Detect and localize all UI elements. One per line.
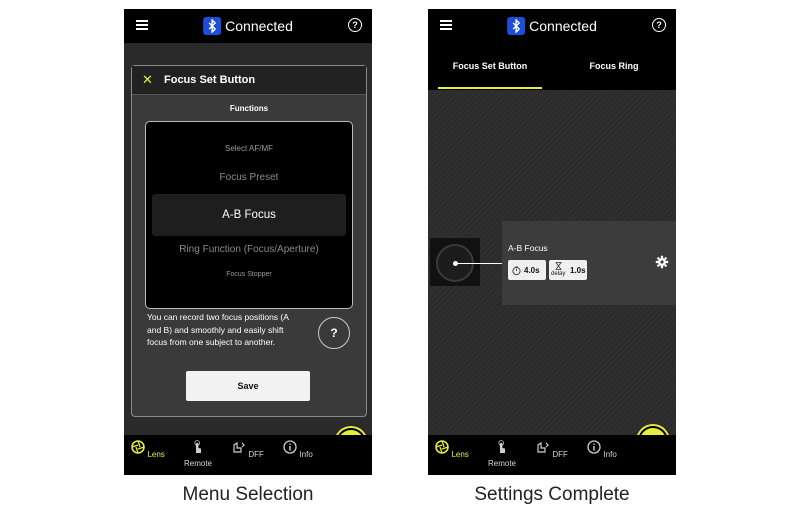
function-picker[interactable]: Select AF/MF Focus Preset A-B Focus Ring… [145, 121, 353, 309]
dff-icon [233, 441, 245, 453]
nav-label: Remote [487, 459, 516, 468]
help-icon[interactable]: ? [652, 18, 666, 32]
nav-item-info[interactable]: Info [582, 440, 622, 459]
connector-line [456, 263, 502, 264]
help-icon[interactable]: ? [348, 18, 362, 32]
delay-value: 1.0s [570, 266, 586, 275]
setting-title: A-B Focus [508, 243, 548, 253]
nav-item-remote[interactable]: Remote [482, 440, 522, 468]
nav-item-lens[interactable]: Lens [432, 440, 472, 459]
phone-menu-selection: Connected ? ✕ Focus Set Button Functions… [124, 9, 372, 475]
nav-item-info[interactable]: Info [278, 440, 318, 459]
nav-item-dff[interactable]: DFF [228, 440, 268, 459]
dialog-header: ✕ Focus Set Button [132, 66, 366, 95]
duration-value: 4.0s [524, 266, 540, 275]
function-description: You can record two focus positions (A an… [147, 312, 289, 347]
info-icon [283, 440, 297, 454]
nav-label: Info [603, 450, 617, 459]
function-dialog: ✕ Focus Set Button Functions Select AF/M… [131, 65, 367, 417]
help-button[interactable]: ? [318, 317, 350, 349]
info-icon [587, 440, 601, 454]
dff-icon [537, 441, 549, 453]
bottom-nav: Lens Remote DFF Info [124, 435, 372, 475]
nav-label: DFF [248, 450, 264, 459]
caption-right: Settings Complete [474, 484, 630, 505]
picker-option[interactable]: Focus Preset [146, 172, 352, 183]
lens-stage: A-B Focus 4.0s delay 1.0s [428, 90, 676, 435]
picker-option[interactable]: Ring Function (Focus/Aperture) [146, 244, 352, 255]
aperture-icon [131, 440, 146, 454]
aperture-icon [435, 440, 450, 454]
top-bar: Connected ? [428, 9, 676, 43]
nav-label: DFF [552, 450, 568, 459]
caption-left: Menu Selection [182, 484, 314, 505]
picker-option[interactable]: Focus Stopper [146, 271, 352, 278]
setting-card[interactable]: A-B Focus 4.0s delay 1.0s [502, 221, 676, 305]
nav-item-dff[interactable]: DFF [532, 440, 572, 459]
nav-label: Info [299, 450, 313, 459]
close-icon[interactable]: ✕ [142, 73, 153, 86]
connection-label: Connected [529, 18, 597, 34]
phone-settings-complete: Connected ? Focus Set Button Focus Ring … [428, 9, 676, 475]
nav-item-lens[interactable]: Lens [128, 440, 168, 459]
save-button[interactable]: Save [186, 371, 310, 401]
bottom-nav: Lens Remote DFF Info [428, 435, 676, 475]
bluetooth-icon [507, 17, 526, 35]
gear-icon[interactable] [655, 255, 669, 269]
nav-label: Lens [451, 450, 469, 459]
duration-chip[interactable]: 4.0s [508, 260, 546, 280]
touch-icon [498, 440, 505, 453]
bluetooth-icon [203, 17, 222, 35]
connection-status: Connected [507, 15, 597, 37]
timer-icon [512, 266, 521, 275]
tab-focus-set-button[interactable]: Focus Set Button [428, 61, 552, 71]
dialog-title: Focus Set Button [164, 74, 256, 86]
hamburger-menu-icon[interactable] [136, 20, 148, 30]
connection-status: Connected [203, 15, 293, 37]
delay-label: delay [551, 271, 566, 277]
hourglass-icon [555, 262, 562, 270]
active-tab-indicator [438, 87, 542, 89]
nav-item-remote[interactable]: Remote [178, 440, 218, 468]
picker-option[interactable]: Select AF/MF [146, 144, 352, 153]
focus-set-button-graphic [430, 238, 480, 286]
top-bar: Connected ? [124, 9, 372, 43]
nav-label: Lens [147, 450, 165, 459]
tab-focus-ring[interactable]: Focus Ring [552, 61, 676, 71]
touch-icon [194, 440, 201, 453]
picker-option-selected[interactable]: A-B Focus [152, 194, 346, 236]
tab-bar: Focus Set Button Focus Ring [428, 43, 676, 90]
hamburger-menu-icon[interactable] [440, 20, 452, 30]
dialog-subtitle: Functions [229, 104, 269, 113]
nav-label: Remote [183, 459, 212, 468]
connection-label: Connected [225, 18, 293, 34]
delay-chip[interactable]: delay 1.0s [549, 260, 587, 280]
